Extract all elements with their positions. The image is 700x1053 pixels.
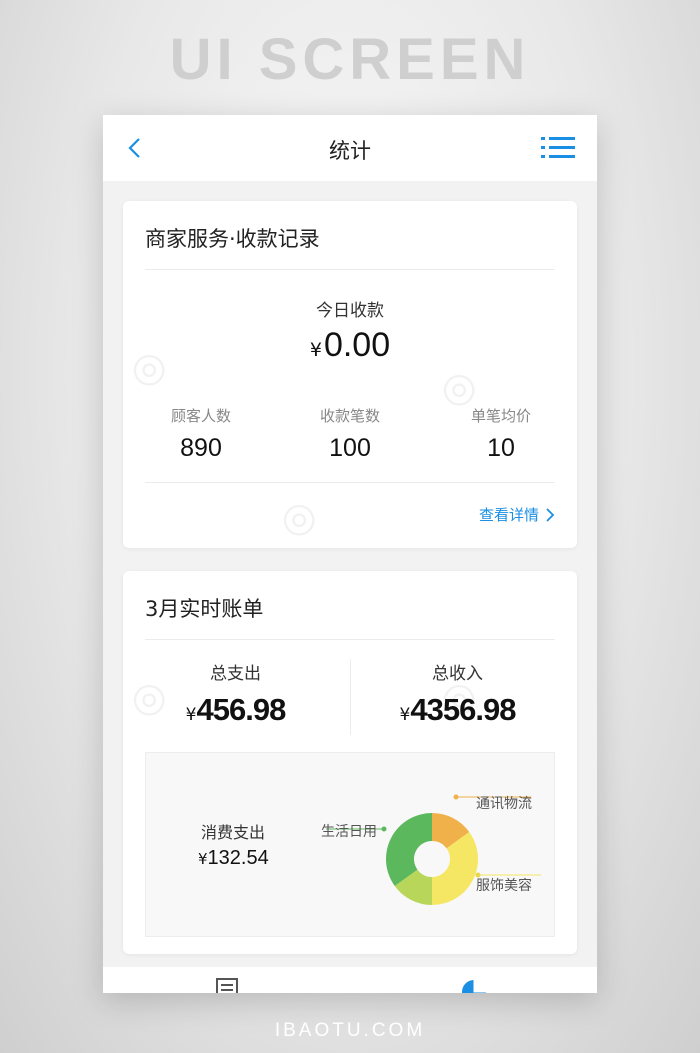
total-expense-label: 总支出 [210,664,261,684]
donut-slice [386,813,432,887]
stat-label: 单笔均价 [470,407,531,425]
stat-value: 10 [487,434,515,462]
total-income-label: 总收入 [432,664,483,684]
today-amount-value: 0.00 [323,326,391,364]
divider [145,482,555,483]
legend-telecom-logistics: 通讯物流 [476,796,532,812]
stat-value: 100 [329,434,371,462]
divider [145,639,555,640]
navbar: 统计 [103,115,597,181]
stat-average-price: 单笔均价 10 [425,405,577,463]
consumption-expense-label: 消费支出 [201,823,266,842]
page-title: 统计 [329,139,371,163]
stat-transactions: 收款笔数 100 [274,405,426,463]
currency-symbol: ¥ [309,339,322,361]
total-expense-amount: ¥456.98 [133,692,338,728]
currency-symbol: ¥ [198,850,208,868]
total-income-amount: ¥4356.98 [355,692,560,728]
currency-symbol: ¥ [399,705,411,725]
phone-screen: 统计 商家服务·收款记录 今日收款 ¥0.00 顾客人数 890 收款笔数 10… [103,115,597,993]
stat-value: 890 [180,434,222,462]
donut-slice [432,831,478,905]
leader-dot [381,826,387,832]
document-icon[interactable] [215,977,239,993]
card-title: 3月实时账单 [145,597,264,621]
stat-customers: 顾客人数 890 [125,405,277,463]
leader-dot [453,794,459,800]
stat-label: 收款笔数 [319,407,380,425]
total-income: 总收入 ¥4356.98 [355,659,560,728]
spending-chart-panel: 消费支出 ¥132.54 生活日用 通讯物流 服饰美容 [145,752,555,937]
view-details-link[interactable]: 查看详情 [479,504,555,525]
monthly-bill-card: 3月实时账单 总支出 ¥456.98 总收入 ¥4356.98 消费支出 ¥13… [123,571,577,954]
total-income-value: 4356.98 [410,692,516,727]
consumption-expense-value: 132.54 [207,847,269,869]
currency-symbol: ¥ [185,705,197,725]
vertical-divider [350,659,351,735]
today-income-amount: ¥0.00 [123,326,577,365]
list-menu-icon[interactable] [541,135,575,161]
merchant-record-card: 商家服务·收款记录 今日收款 ¥0.00 顾客人数 890 收款笔数 100 单… [123,201,577,548]
legend-apparel-beauty: 服饰美容 [476,878,532,894]
total-expense: 总支出 ¥456.98 [133,659,338,728]
consumption-expense-amount: ¥132.54 [198,847,269,870]
view-details-label: 查看详情 [478,506,539,524]
legend-daily-goods: 生活日用 [321,824,377,840]
today-income-label: 今日收款 [316,301,384,321]
pie-chart-icon[interactable] [461,977,487,993]
footer-site: IBAOTU.COM [274,1020,426,1041]
divider [145,269,555,270]
total-expense-value: 456.98 [196,692,287,727]
banner-title: UI SCREEN [169,27,531,92]
card-title: 商家服务·收款记录 [145,227,320,251]
stat-label: 顾客人数 [170,407,231,425]
chevron-right-icon [546,507,555,522]
tab-bar [103,967,597,993]
